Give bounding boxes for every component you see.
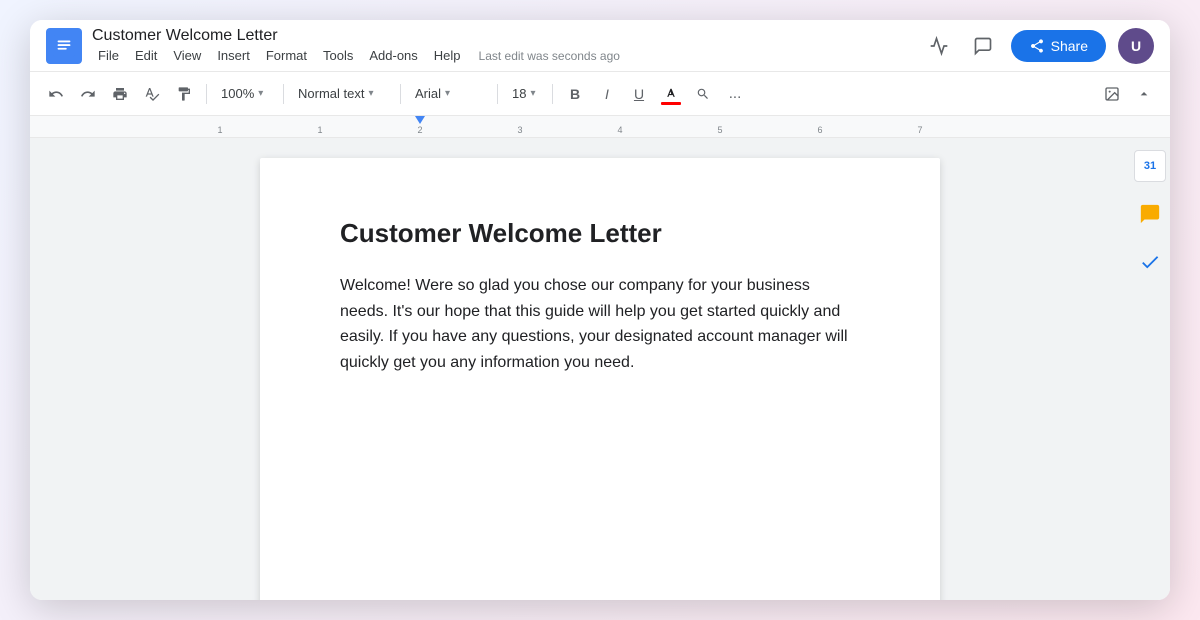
ruler-mark-2: 1 (317, 125, 322, 135)
style-arrow: ▾ (368, 88, 373, 99)
style-value: Normal text (298, 86, 364, 101)
menu-tools[interactable]: Tools (317, 46, 359, 65)
ruler-inner: 1 1 2 3 4 5 6 7 (210, 116, 1170, 137)
menu-bar: File Edit View Insert Format Tools Add-o… (92, 46, 913, 65)
bold-button[interactable]: B (561, 80, 589, 108)
font-value: Arial (415, 86, 441, 101)
document-page[interactable]: Customer Welcome Letter Welcome! Were so… (260, 158, 940, 600)
ruler-mark-4: 3 (517, 125, 522, 135)
toolbar: 100% ▾ Normal text ▾ Arial ▾ 18 ▾ B I U (30, 72, 1170, 116)
menu-file[interactable]: File (92, 46, 125, 65)
separator-1 (206, 84, 207, 104)
calendar-icon[interactable]: 31 (1134, 150, 1166, 182)
ruler-mark-6: 5 (717, 125, 722, 135)
font-selector[interactable]: Arial ▾ (409, 84, 489, 103)
last-edit-label: Last edit was seconds ago (479, 49, 620, 63)
zoom-value: 100% (221, 86, 254, 101)
underline-button[interactable]: U (625, 80, 653, 108)
document-heading: Customer Welcome Letter (340, 218, 860, 249)
print-button[interactable] (106, 80, 134, 108)
more-options-button[interactable]: ... (721, 80, 749, 108)
title-info: Customer Welcome Letter File Edit View I… (92, 26, 913, 66)
paintformat-button[interactable] (170, 80, 198, 108)
ruler: 1 1 2 3 4 5 6 7 (30, 116, 1170, 138)
app-window: Customer Welcome Letter File Edit View I… (30, 20, 1170, 600)
font-size-arrow: ▾ (530, 88, 535, 99)
font-color-indicator (661, 102, 681, 105)
analytics-icon[interactable] (923, 30, 955, 62)
font-size-value: 18 (512, 86, 526, 101)
spellcheck-button[interactable] (138, 80, 166, 108)
comments-icon[interactable] (967, 30, 999, 62)
menu-format[interactable]: Format (260, 46, 313, 65)
ruler-mark-5: 4 (617, 125, 622, 135)
tasks-icon[interactable] (1134, 246, 1166, 278)
ruler-mark-1: 1 (217, 125, 222, 135)
ruler-mark-7: 6 (817, 125, 822, 135)
document-body[interactable]: Welcome! Were so glad you chose our comp… (340, 273, 860, 375)
zoom-arrow: ▾ (258, 88, 263, 99)
font-color-button[interactable] (657, 80, 685, 108)
menu-view[interactable]: View (167, 46, 207, 65)
share-label: Share (1051, 38, 1088, 54)
separator-3 (400, 84, 401, 104)
italic-button[interactable]: I (593, 80, 621, 108)
zoom-selector[interactable]: 100% ▾ (215, 84, 275, 103)
image-options-button[interactable] (1098, 80, 1126, 108)
share-button[interactable]: Share (1011, 30, 1106, 62)
undo-button[interactable] (42, 80, 70, 108)
ruler-mark-8: 7 (917, 125, 922, 135)
separator-4 (497, 84, 498, 104)
right-sidebar: 31 (1130, 138, 1170, 600)
menu-insert[interactable]: Insert (211, 46, 256, 65)
ruler-mark-3: 2 (417, 125, 422, 135)
app-icon (46, 28, 82, 64)
user-avatar[interactable]: U (1118, 28, 1154, 64)
redo-button[interactable] (74, 80, 102, 108)
titlebar-actions: Share U (923, 28, 1154, 64)
menu-addons[interactable]: Add-ons (363, 46, 423, 65)
menu-edit[interactable]: Edit (129, 46, 163, 65)
notes-icon[interactable] (1134, 198, 1166, 230)
content-area: Customer Welcome Letter Welcome! Were so… (30, 138, 1170, 600)
titlebar: Customer Welcome Letter File Edit View I… (30, 20, 1170, 72)
collapse-button[interactable] (1130, 80, 1158, 108)
font-arrow: ▾ (445, 88, 450, 99)
menu-help[interactable]: Help (428, 46, 467, 65)
separator-5 (552, 84, 553, 104)
font-size-selector[interactable]: 18 ▾ (506, 84, 544, 103)
ruler-tab-marker[interactable] (415, 116, 425, 124)
separator-2 (283, 84, 284, 104)
document-title: Customer Welcome Letter (92, 26, 913, 47)
highlight-button[interactable] (689, 80, 717, 108)
paragraph-style-selector[interactable]: Normal text ▾ (292, 84, 392, 103)
